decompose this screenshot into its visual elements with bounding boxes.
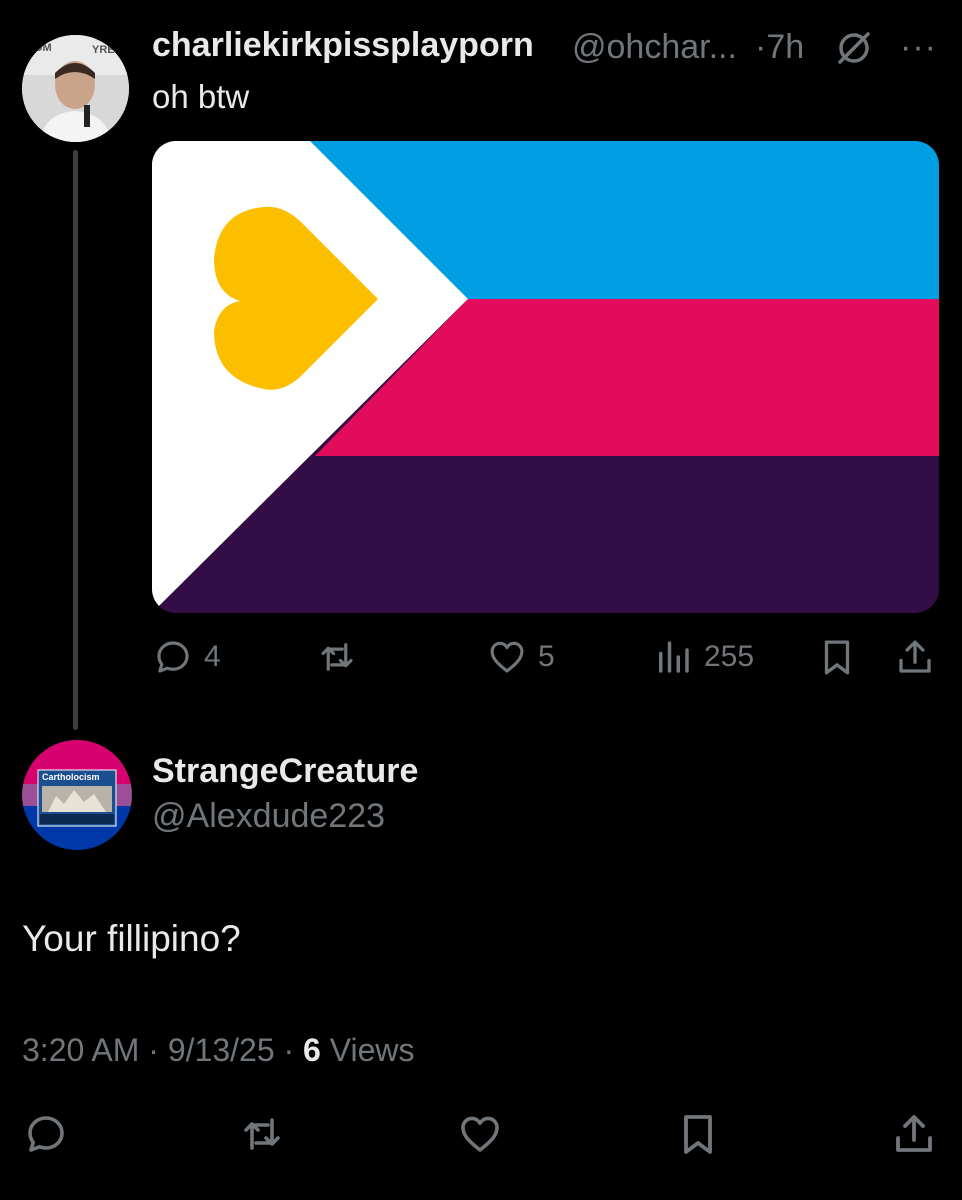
share-icon	[896, 1115, 932, 1152]
svg-text:COM: COM	[26, 42, 52, 54]
reply-tweet-like-button[interactable]	[456, 1110, 504, 1158]
share-button[interactable]	[894, 636, 936, 678]
like-icon	[461, 1116, 499, 1152]
reply-author-handle[interactable]: @Alexdude223	[152, 797, 385, 836]
repost-icon	[244, 1118, 280, 1150]
meta-separator: ·	[148, 1032, 159, 1068]
parent-author-name[interactable]: charliekirkpissplayporn	[152, 26, 534, 65]
reply-tweet-share-button[interactable]	[890, 1110, 938, 1158]
more-options-icon[interactable]: ···	[900, 28, 937, 67]
reply-button[interactable]: 4	[152, 636, 221, 678]
reply-tweet-bookmark-button[interactable]	[674, 1110, 722, 1158]
views-count: 6	[303, 1032, 321, 1068]
handle-text: @ohchar...	[572, 28, 737, 66]
parent-author-avatar[interactable]: COM YREF	[22, 35, 129, 142]
views-label: Views	[329, 1032, 415, 1068]
svg-text:YREF: YREF	[92, 44, 122, 56]
reply-tweet-repost-button[interactable]	[238, 1110, 286, 1158]
tweet-media-flag[interactable]	[152, 141, 939, 613]
reply-tweet-metadata: 3:20 AM · 9/13/25 · 6 Views	[22, 1032, 415, 1069]
reply-tweet-reply-button[interactable]	[22, 1110, 70, 1158]
reply-author-name[interactable]: StrangeCreature	[152, 752, 418, 791]
parent-tweet-text: oh btw	[152, 78, 250, 115]
share-icon	[899, 640, 931, 673]
parent-tweet-time[interactable]: ·7h	[755, 28, 804, 67]
time-separator: ·	[755, 28, 767, 66]
thread-connector-line	[73, 150, 78, 730]
bookmark-button[interactable]	[816, 636, 858, 678]
reply-count: 4	[204, 640, 221, 673]
bookmark-icon	[684, 1115, 712, 1154]
tweet-date[interactable]: 9/13/25	[168, 1032, 275, 1068]
grok-icon[interactable]	[834, 28, 874, 68]
views-icon	[659, 641, 689, 673]
reply-icon	[157, 641, 189, 673]
parent-author-handle[interactable]: @ohchar...	[572, 28, 737, 67]
reply-tweet-text: Your fillipino?	[22, 918, 241, 959]
like-count: 5	[538, 640, 555, 673]
like-button[interactable]: 5	[486, 636, 555, 678]
time-text: 7h	[766, 28, 805, 66]
meta-separator-2: ·	[283, 1032, 295, 1068]
view-count: 255	[704, 640, 755, 673]
repost-icon	[321, 643, 353, 671]
tweet-timestamp[interactable]: 3:20 AM	[22, 1032, 139, 1068]
avatar-label: Cartholocism	[42, 772, 100, 782]
bookmark-icon	[824, 640, 850, 675]
like-icon	[490, 641, 524, 673]
reply-author-avatar[interactable]: Cartholocism	[22, 740, 132, 850]
repost-button[interactable]	[316, 636, 358, 678]
views-button[interactable]: 255	[652, 636, 754, 678]
reply-icon	[28, 1116, 64, 1152]
